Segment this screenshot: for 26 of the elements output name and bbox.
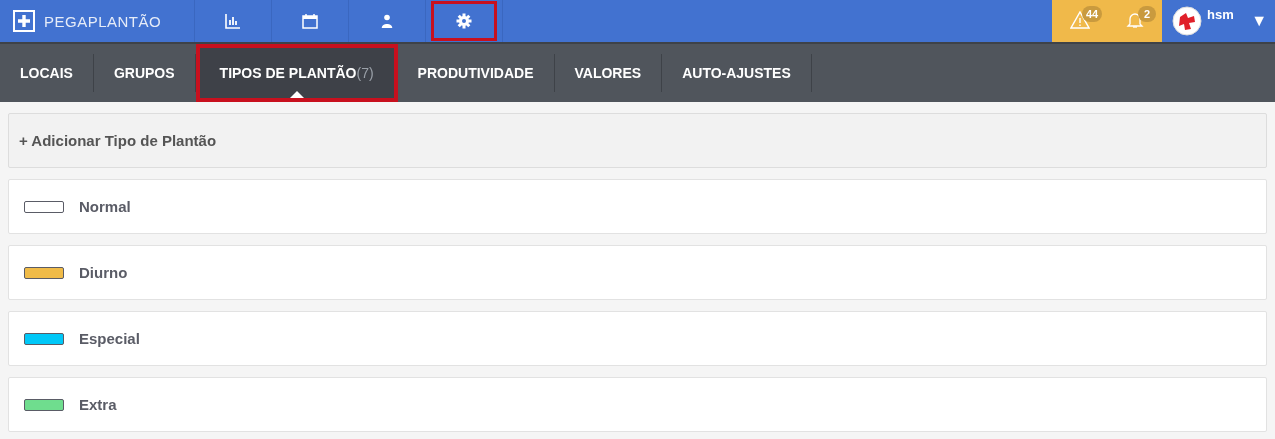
tab[interactable]: AUTO-AJUSTES <box>662 54 812 92</box>
user-icon <box>380 13 394 29</box>
logo-icon <box>13 10 35 32</box>
user-name: hsm <box>1207 7 1234 22</box>
shift-type-card[interactable]: Especial <box>8 311 1267 366</box>
tab[interactable]: PRODUTIVIDADE <box>397 54 555 92</box>
tab[interactable]: VALORES <box>554 54 663 92</box>
shift-type-name: Extra <box>79 396 117 413</box>
tab[interactable]: LOCAIS <box>0 54 94 92</box>
count-badge: 44 <box>1082 5 1103 22</box>
brand-name: PEGAPLANTÃO <box>44 12 162 30</box>
avatar-icon <box>1172 6 1202 36</box>
shift-type-name: Especial <box>79 330 140 347</box>
tab[interactable]: GRUPOS <box>93 54 196 92</box>
calendar-icon <box>302 13 318 29</box>
shift-type-card[interactable]: Normal <box>8 179 1267 234</box>
bar-chart-icon <box>225 13 241 29</box>
bell-icon <box>1126 10 1144 29</box>
shift-type-card[interactable]: Extra <box>8 377 1267 432</box>
shift-type-name: Normal <box>79 198 131 215</box>
tab[interactable]: TIPOS DE PLANTÃO(7) <box>195 44 398 102</box>
settings-icon <box>456 13 472 29</box>
add-shift-type-button[interactable]: + Adicionar Tipo de Plantão <box>8 113 1267 168</box>
shift-type-card[interactable]: Diurno <box>8 245 1267 300</box>
count-badge: 2 <box>1138 5 1156 22</box>
shift-type-name: Diurno <box>79 264 128 281</box>
